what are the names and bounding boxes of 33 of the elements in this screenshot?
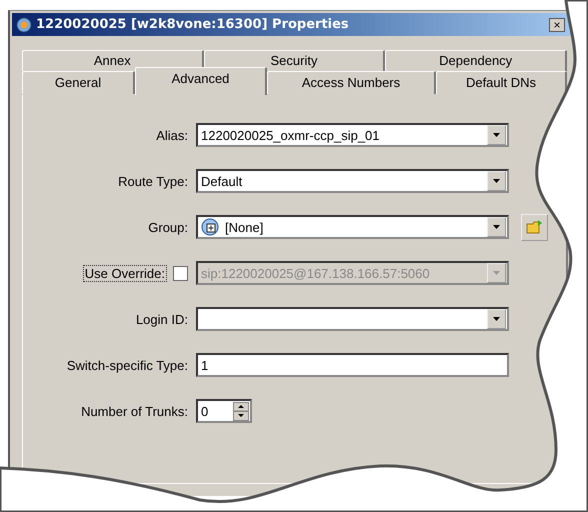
spinner-arrows-icon [233, 402, 249, 420]
app-icon [16, 16, 32, 32]
field-value: [None] [225, 220, 264, 234]
tab[interactable]: Access Numbers [267, 71, 436, 94]
group-icon [201, 218, 219, 236]
dropdown-field[interactable]: Default [196, 169, 509, 193]
dropdown-field[interactable]: [None] [196, 215, 509, 239]
field-label: Switch-specific Type: [66, 358, 188, 372]
tab[interactable]: Default DNs [436, 71, 567, 94]
field-label: Number of Trunks: [81, 404, 188, 418]
tab[interactable]: Advanced [135, 67, 267, 95]
field-value: 1 [201, 358, 210, 372]
text-field[interactable]: 1 [196, 353, 509, 377]
dropdown-field[interactable]: 1220020025_oxmr-ccp_sip_01 [196, 123, 509, 147]
field-label: Route Type: [118, 174, 188, 188]
spinner-field[interactable]: 0 [196, 399, 252, 423]
window-title: 1220020025 [w2k8vone:16300] Properties [36, 17, 349, 32]
field-label: Login ID: [136, 312, 188, 326]
field-value: sip:1220020025@167.138.166.57:5060 [201, 266, 431, 280]
tab[interactable]: General [22, 71, 135, 94]
folder-icon [526, 219, 544, 235]
close-button[interactable]: × [549, 18, 565, 32]
field-label: Use Override: [82, 264, 167, 282]
tab[interactable]: Dependency [385, 50, 568, 71]
field-value: 0 [201, 404, 210, 418]
field-label: Group: [148, 220, 188, 234]
field-label: Alias: [156, 128, 188, 142]
folder-button[interactable] [521, 214, 548, 240]
tab[interactable]: Annex [22, 50, 204, 71]
tab[interactable]: Security [204, 50, 386, 71]
dropdown-field[interactable] [196, 307, 509, 331]
field-value: 1220020025_oxmr-ccp_sip_01 [201, 128, 381, 142]
field-value: Default [201, 174, 244, 188]
